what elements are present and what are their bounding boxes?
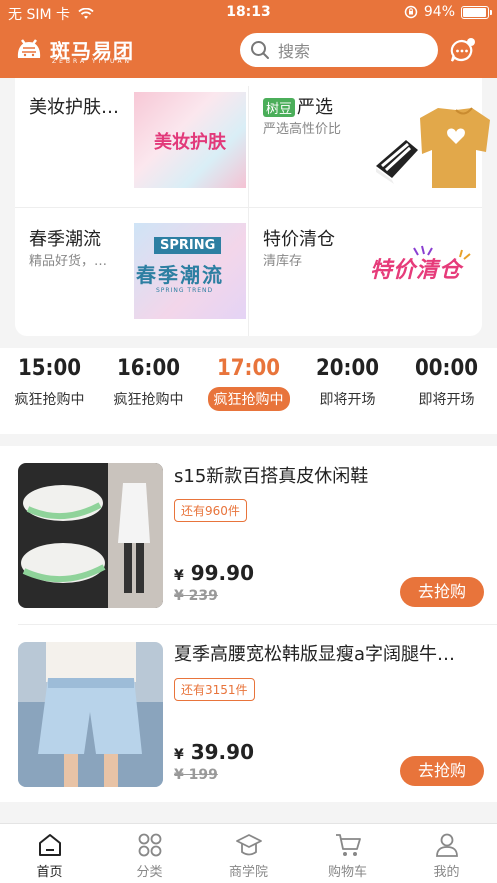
- buy-now-button[interactable]: 去抢购: [400, 577, 484, 607]
- product-image-shorts: [18, 642, 163, 787]
- slot-status: 疯狂抢购中: [207, 387, 290, 411]
- slot-status: 即将开场: [319, 392, 376, 408]
- tab-label: 分类: [136, 865, 163, 880]
- product-list: s15新款百搭真皮休闲鞋 还有960件 ¥ 99.90 ¥ 239 去抢购 夏季…: [0, 446, 497, 802]
- category-beauty[interactable]: 美妆护肤… 美妆护肤: [15, 78, 248, 207]
- slot-time: 00:00: [414, 356, 478, 381]
- message-icon[interactable]: [448, 37, 476, 65]
- rotation-lock-icon: [404, 5, 418, 19]
- spring-banner-en: SPRING: [154, 237, 222, 254]
- slot-time: 16:00: [116, 356, 180, 381]
- academy-icon: [235, 834, 262, 856]
- battery-icon: [461, 5, 492, 19]
- product-name: s15新款百搭真皮休闲鞋: [174, 466, 369, 487]
- category-subtitle: 清库存: [263, 254, 303, 269]
- product-price: ¥ 99.90: [174, 561, 254, 585]
- search-icon: [251, 41, 269, 59]
- beauty-banner-image: 美妆护肤: [134, 92, 246, 188]
- tab-cart[interactable]: 购物车: [298, 832, 397, 880]
- slot-time: 20:00: [315, 356, 379, 381]
- product-item[interactable]: s15新款百搭真皮休闲鞋 还有960件 ¥ 99.90 ¥ 239 去抢购: [0, 446, 497, 624]
- tab-profile[interactable]: 我的: [397, 832, 496, 880]
- status-right: 94%: [404, 4, 492, 20]
- app-logo: 斑马易团 ZEBRA YITUAN: [14, 32, 134, 66]
- tab-label: 首页: [36, 865, 63, 880]
- original-price: ¥ 239: [174, 588, 218, 604]
- tab-label: 商学院: [228, 865, 268, 880]
- top-header: 无 SIM 卡 18:13 94% 斑马易团 ZEBRA YITUAN 搜索: [0, 0, 497, 78]
- product-item[interactable]: 夏季高腰宽松韩版显瘦a字阔腿牛… 还有3151件 ¥ 39.90 ¥ 199 去…: [0, 624, 497, 802]
- tab-label: 我的: [433, 865, 460, 880]
- stock-badge: 还有960件: [174, 499, 247, 522]
- slot-status: 疯狂抢购中: [113, 392, 184, 408]
- category-subtitle: 精品好货，…: [29, 254, 108, 269]
- time-slot[interactable]: 20:00 即将开场: [298, 356, 397, 411]
- product-name: 夏季高腰宽松韩版显瘦a字阔腿牛…: [174, 644, 456, 665]
- clearance-banner-image: 特价清仓: [370, 244, 478, 294]
- product-image-shoes: [18, 463, 163, 608]
- category-cards: 美妆护肤… 美妆护肤 树豆 严选 严选高性价比 春季潮流 精品好货，… SPRIN…: [15, 78, 490, 336]
- brand-tag: 树豆: [263, 98, 296, 117]
- time-slot-active[interactable]: 17:00 疯狂抢购中: [199, 356, 298, 411]
- tab-home[interactable]: 首页: [0, 832, 99, 880]
- currency-symbol: ¥: [174, 747, 184, 763]
- tab-label: 购物车: [327, 865, 367, 880]
- clothes-product-image: [376, 107, 490, 188]
- original-price: ¥ 199: [174, 767, 218, 783]
- product-price: ¥ 39.90: [174, 740, 254, 764]
- spring-banner-sub: SPRING TREND: [156, 287, 214, 294]
- spring-banner-text: 春季潮流: [136, 263, 224, 287]
- category-title: 美妆护肤…: [29, 97, 119, 118]
- category-title: 特价清仓: [263, 229, 335, 250]
- flash-sale-times: 15:00 疯狂抢购中 16:00 疯狂抢购中 17:00 疯狂抢购中 20:0…: [0, 348, 497, 434]
- search-input[interactable]: 搜索: [240, 33, 438, 67]
- category-subtitle: 严选高性价比: [263, 122, 342, 137]
- search-placeholder: 搜索: [278, 42, 311, 61]
- slot-status: 疯狂抢购中: [14, 392, 85, 408]
- currency-symbol: ¥: [174, 568, 184, 584]
- price-value: 99.90: [190, 561, 254, 585]
- slot-time: 17:00: [216, 356, 280, 381]
- price-value: 39.90: [190, 740, 254, 764]
- buy-now-button[interactable]: 去抢购: [400, 756, 484, 786]
- home-icon: [38, 834, 61, 856]
- tab-category[interactable]: 分类: [100, 832, 199, 880]
- firework-icon: [413, 245, 471, 260]
- tab-academy[interactable]: 商学院: [199, 832, 298, 880]
- time-slot[interactable]: 15:00 疯狂抢购中: [0, 356, 99, 411]
- category-title-text: 严选: [297, 97, 334, 118]
- category-title: 树豆 严选: [263, 93, 333, 119]
- beauty-banner-text: 美妆护肤: [154, 132, 226, 153]
- status-bar: 无 SIM 卡 18:13 94%: [0, 0, 497, 26]
- category-title: 春季潮流: [29, 229, 101, 250]
- stock-badge: 还有3151件: [174, 678, 255, 701]
- cart-icon: [335, 834, 361, 856]
- slot-status: 即将开场: [418, 392, 475, 408]
- time-slot[interactable]: 16:00 疯狂抢购中: [99, 356, 198, 411]
- slot-time: 15:00: [17, 356, 81, 381]
- battery-percent: 94%: [423, 4, 455, 20]
- logo-subtext: ZEBRA YITUAN: [52, 58, 133, 65]
- zebra-logo-icon: [17, 39, 41, 58]
- time-slot[interactable]: 00:00 即将开场: [397, 356, 496, 411]
- spring-banner-image: SPRING 春季潮流 SPRING TREND: [134, 223, 246, 319]
- profile-icon: [435, 833, 458, 857]
- category-icon: [138, 833, 161, 857]
- bottom-tab-bar: 首页 分类 商学院 购物车 我的: [0, 823, 497, 883]
